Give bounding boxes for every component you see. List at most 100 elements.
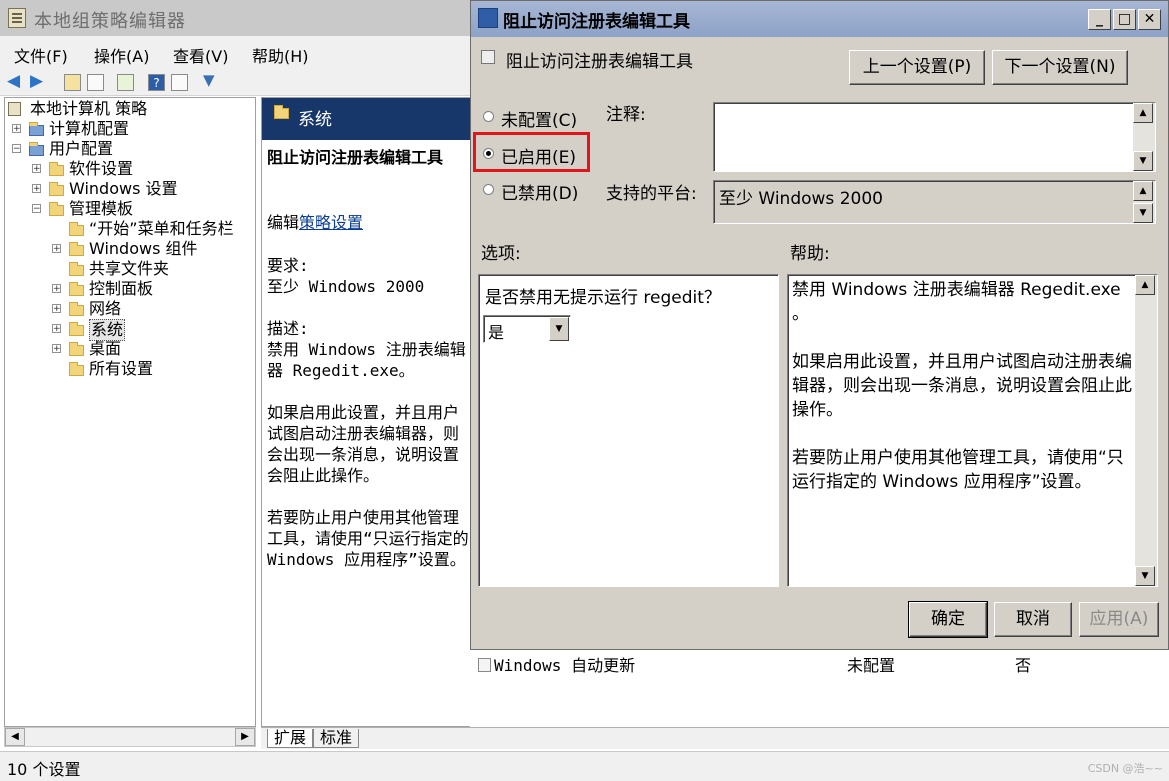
help-line-1b: 。 [792,304,809,324]
menu-action[interactable]: 操作(A) [94,43,149,67]
extended-detail-pane: 系统 阻止访问注册表编辑工具 编辑策略设置 要求: 至少 Windows 200… [261,97,477,727]
scroll-down-arrow-icon[interactable]: ▼ [1135,566,1155,586]
comment-textarea[interactable]: ▲ ▼ [713,102,1156,172]
comment-scrollbar[interactable]: ▲ ▼ [1133,103,1155,171]
help-label: 帮助: [790,244,830,264]
cancel-button[interactable]: 取消 [994,602,1072,637]
maximize-icon[interactable]: □ [1113,9,1136,30]
tree-item-label: 共享文件夹 [89,259,170,278]
view-tab-strip: 扩展 标准 [261,727,1169,749]
tree-item-label: 计算机配置 [49,119,130,138]
help-icon[interactable]: ? [148,74,165,91]
option-question: 是否禁用无提示运行 regedit？ [485,288,721,308]
tree-item[interactable]: − 用户配置 [5,139,255,159]
help-scrollbar[interactable]: ▲ ▼ [1135,275,1157,586]
folder-icon [69,282,84,296]
list-row-comment: 否 [1015,656,1032,675]
policy-setting-dialog: 阻止访问注册表编辑工具 _ □ ✕ 阻止访问注册表编辑工具 上一个设置(P) 下… [470,0,1169,650]
supported-platform-box: 至少 Windows 2000 ▲ ▼ [713,180,1156,224]
edit-policy-link[interactable]: 策略设置 [299,213,363,232]
dialog-titlebar: 阻止访问注册表编辑工具 _ □ ✕ [471,1,1168,37]
options-label: 选项: [481,244,521,264]
policy-editor-icon [8,8,26,28]
tree-item-label: 控制面板 [89,279,154,298]
tree-horizontal-scrollbar[interactable]: ◀ ▶ [4,727,256,747]
tree-item-label: Windows 组件 [89,239,198,258]
scroll-left-arrow-icon[interactable]: ◀ [5,728,25,746]
expand-icon[interactable]: + [32,184,41,194]
tree-item[interactable]: 共享文件夹 [5,259,255,279]
close-icon[interactable]: ✕ [1138,9,1161,30]
menu-help[interactable]: 帮助(H) [252,43,309,67]
expand-icon[interactable]: + [32,164,41,174]
description-paragraph-2: 若要防止用户使用其他管理工具，请使用“只运行指定的 Windows 应用程序”设… [267,508,469,569]
folder-icon [69,262,84,276]
tree-item[interactable]: + 系统 [5,319,255,341]
option-dropdown[interactable]: 是 ▼ [483,315,571,343]
up-folder-icon[interactable] [64,74,81,91]
tree-item[interactable]: + 软件设置 [5,159,255,179]
tree-item-label: 管理模板 [69,199,134,218]
detail-header-title: 系统 [298,110,332,130]
scroll-up-arrow-icon[interactable]: ▲ [1133,181,1153,201]
tree-item-label: 桌面 [89,339,122,358]
ok-button[interactable]: 确定 [908,601,988,638]
list-row-name[interactable]: Windows 自动更新 [478,652,635,676]
menu-file[interactable]: 文件(F) [14,43,68,67]
radio-disabled[interactable] [483,184,494,195]
tree-item[interactable]: − 管理模板 [5,199,255,219]
radio-disabled-label[interactable]: 已禁用(D) [501,179,578,204]
tree-item[interactable]: + 网络 [5,299,255,319]
radio-not-configured-label[interactable]: 未配置(C) [501,106,577,131]
folder-icon [69,362,84,376]
export-list-icon[interactable] [117,74,134,91]
tab-extended[interactable]: 扩展 [267,729,314,748]
tab-standard[interactable]: 标准 [313,729,360,748]
apply-button[interactable]: 应用(A) [1079,602,1159,637]
chevron-down-icon[interactable]: ▼ [549,317,569,341]
expand-icon[interactable]: + [52,244,61,254]
previous-setting-button[interactable]: 上一个设置(P) [849,50,985,85]
collapse-icon[interactable]: − [12,144,21,154]
tree-item-label: “开始”菜单和任务栏 [89,219,234,238]
expand-icon[interactable]: + [12,124,21,134]
next-setting-button[interactable]: 下一个设置(N) [992,50,1128,85]
tree-item[interactable]: + 计算机配置 [5,119,255,139]
menu-view[interactable]: 查看(V) [173,43,228,67]
expand-icon[interactable]: + [52,284,61,294]
tree-item[interactable]: + Windows 组件 [5,239,255,259]
tree-item[interactable]: + 控制面板 [5,279,255,299]
list-row-name-text: Windows 自动更新 [494,656,636,675]
scroll-down-arrow-icon[interactable]: ▼ [1133,151,1153,171]
radio-not-configured[interactable] [483,111,494,122]
expand-icon[interactable]: + [52,344,61,354]
folder-icon [49,182,64,196]
scroll-right-arrow-icon[interactable]: ▶ [235,728,255,746]
platform-scrollbar[interactable]: ▲ ▼ [1133,181,1155,223]
description-label: 描述: [267,319,309,338]
filter-icon[interactable]: ▼ [203,71,220,89]
tree-item[interactable]: + Windows 设置 [5,179,255,199]
show-hide-tree-icon[interactable] [87,74,104,91]
tree-item[interactable]: 所有设置 [5,359,255,379]
tree-item-label: 网络 [89,299,122,318]
back-arrow-icon[interactable]: ◀ [7,71,24,91]
help-panel: 禁用 Windows 注册表编辑器 Regedit.exe 。 如果启用此设置，… [787,274,1158,587]
properties-icon[interactable] [171,74,188,91]
tree-item[interactable]: “开始”菜单和任务栏 [5,219,255,239]
requirement-label: 要求: [267,256,309,275]
config-icon [29,122,44,136]
minimize-icon[interactable]: _ [1088,9,1111,30]
expand-icon[interactable]: + [52,304,61,314]
tree-item[interactable]: + 桌面 [5,339,255,359]
setting-icon [478,658,491,672]
forward-arrow-icon[interactable]: ▶ [30,71,47,91]
collapse-icon[interactable]: − [32,204,41,214]
scroll-down-arrow-icon[interactable]: ▼ [1133,203,1153,223]
main-window-title: 本地组策略编辑器 [34,11,186,32]
next-setting-label: 下一个设置(N) [1004,57,1116,77]
expand-icon[interactable]: + [52,324,61,334]
scroll-up-arrow-icon[interactable]: ▲ [1135,275,1155,295]
description-text: 禁用 Windows 注册表编辑器 Regedit.exe。 [267,340,466,380]
scroll-up-arrow-icon[interactable]: ▲ [1133,103,1153,123]
